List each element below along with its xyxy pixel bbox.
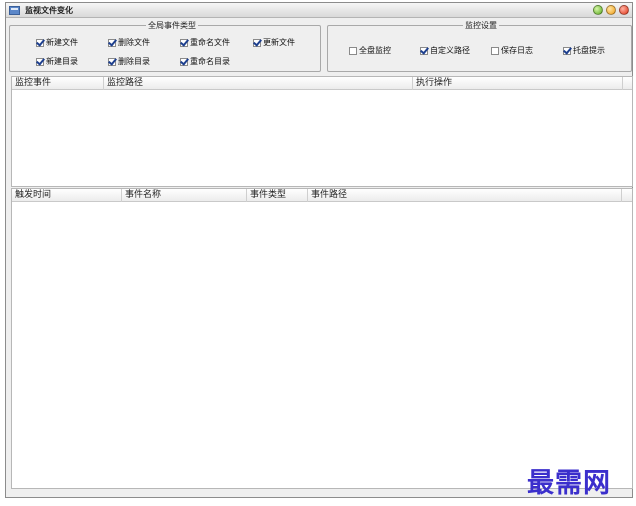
checkbox-tray-tip-label: 托盘提示 xyxy=(573,46,605,55)
column-monitor-event[interactable]: 监控事件 xyxy=(12,77,104,90)
checkbox-tray-tip-box[interactable] xyxy=(563,46,571,55)
monitor-settings-caption: 监控设置 xyxy=(463,20,499,31)
column-trigger-time[interactable]: 触发时间 xyxy=(12,189,122,202)
checkbox-rename-file[interactable]: 重命名文件 xyxy=(180,37,230,48)
checkbox-rename-file-box[interactable] xyxy=(180,38,188,47)
checkbox-custom-path-box[interactable] xyxy=(420,46,428,55)
checkbox-save-log-box[interactable] xyxy=(491,46,499,55)
watermark-logo: 最需网 xyxy=(527,468,611,499)
checkbox-new-file-box[interactable] xyxy=(36,38,44,47)
main-window: 监视文件变化 全局事件类型 新建文件 删除文件 重命名文件 更新文件 新建目录 xyxy=(5,2,633,498)
checkbox-delete-file-label: 删除文件 xyxy=(118,38,150,47)
global-event-types-group: 全局事件类型 新建文件 删除文件 重命名文件 更新文件 新建目录 删除目录 重命… xyxy=(9,20,321,72)
global-event-types-caption: 全局事件类型 xyxy=(146,20,198,31)
checkbox-new-dir[interactable]: 新建目录 xyxy=(36,56,78,67)
event-log-header: 触发时间 事件名称 事件类型 事件路径 xyxy=(12,189,632,202)
column-event-type[interactable]: 事件类型 xyxy=(247,189,308,202)
window-title: 监视文件变化 xyxy=(25,6,73,15)
checkbox-rename-dir-label: 重命名目录 xyxy=(190,57,230,66)
column-monitor-path[interactable]: 监控路径 xyxy=(104,77,413,90)
checkbox-save-log[interactable]: 保存日志 xyxy=(491,45,533,56)
monitor-list-table[interactable]: 监控事件 监控路径 执行操作 xyxy=(11,76,633,187)
checkbox-delete-dir[interactable]: 删除目录 xyxy=(108,56,150,67)
title-bar[interactable]: 监视文件变化 xyxy=(6,3,632,18)
checkbox-new-dir-box[interactable] xyxy=(36,57,44,66)
minimize-button[interactable] xyxy=(593,5,603,15)
checkbox-full-disk[interactable]: 全盘监控 xyxy=(349,45,391,56)
checkbox-rename-dir-box[interactable] xyxy=(180,57,188,66)
checkbox-update-file-label: 更新文件 xyxy=(263,38,295,47)
checkbox-delete-dir-label: 删除目录 xyxy=(118,57,150,66)
monitor-settings-group: 监控设置 全盘监控 自定义路径 保存日志 托盘提示 xyxy=(327,20,632,72)
checkbox-custom-path-label: 自定义路径 xyxy=(430,46,470,55)
checkbox-rename-dir[interactable]: 重命名目录 xyxy=(180,56,230,67)
checkbox-delete-file[interactable]: 删除文件 xyxy=(108,37,150,48)
checkbox-rename-file-label: 重命名文件 xyxy=(190,38,230,47)
checkbox-full-disk-label: 全盘监控 xyxy=(359,46,391,55)
column-action[interactable]: 执行操作 xyxy=(413,77,623,90)
monitor-list-header: 监控事件 监控路径 执行操作 xyxy=(12,77,632,90)
checkbox-custom-path[interactable]: 自定义路径 xyxy=(420,45,470,56)
maximize-button[interactable] xyxy=(606,5,616,15)
checkbox-tray-tip[interactable]: 托盘提示 xyxy=(563,45,605,56)
event-log-table[interactable]: 触发时间 事件名称 事件类型 事件路径 xyxy=(11,188,633,489)
checkbox-new-file-label: 新建文件 xyxy=(46,38,78,47)
checkbox-save-log-label: 保存日志 xyxy=(501,46,533,55)
checkbox-update-file-box[interactable] xyxy=(253,38,261,47)
checkbox-delete-dir-box[interactable] xyxy=(108,57,116,66)
checkbox-full-disk-box[interactable] xyxy=(349,46,357,55)
app-icon xyxy=(9,6,20,15)
column-event-name[interactable]: 事件名称 xyxy=(122,189,247,202)
checkbox-new-file[interactable]: 新建文件 xyxy=(36,37,78,48)
close-button[interactable] xyxy=(619,5,629,15)
column-event-path[interactable]: 事件路径 xyxy=(308,189,622,202)
checkbox-delete-file-box[interactable] xyxy=(108,38,116,47)
checkbox-update-file[interactable]: 更新文件 xyxy=(253,37,295,48)
checkbox-new-dir-label: 新建目录 xyxy=(46,57,78,66)
